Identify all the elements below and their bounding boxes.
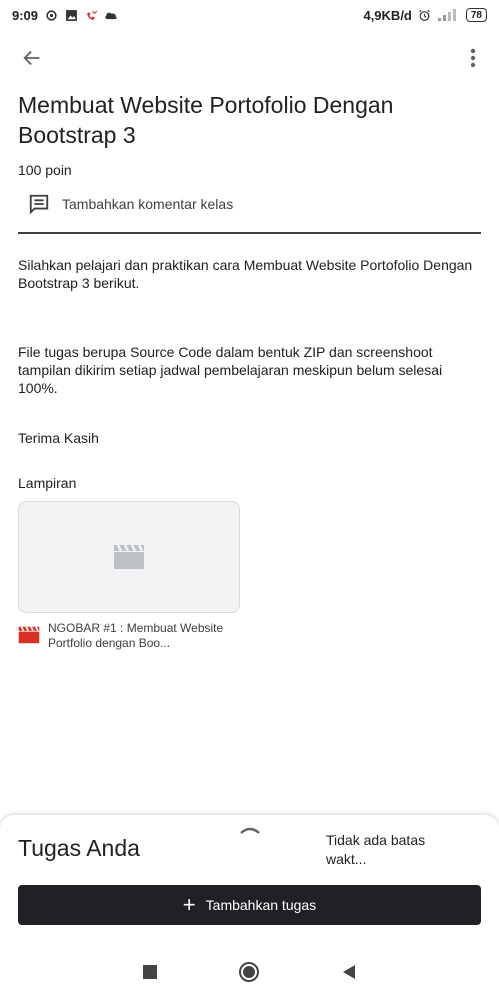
attachments-heading: Lampiran (18, 475, 77, 491)
status-bar: 9:09 4,9KB/d 78 (0, 0, 499, 30)
description-paragraph: Terima Kasih (18, 430, 99, 446)
plus-icon: + (182, 892, 196, 917)
attachment-item[interactable]: NGOBAR #1 : Membuat Website Portfolio de… (18, 621, 248, 651)
arrow-back-icon (23, 50, 40, 66)
assignment-title: Membuat Website Portofolio Dengan Bootst… (18, 92, 394, 148)
chevron-up-icon[interactable] (238, 823, 262, 837)
recents-button[interactable] (136, 958, 164, 986)
add-class-comment-label: Tambahkan komentar kelas (62, 196, 234, 212)
app-bar (0, 38, 499, 78)
description-paragraph: Silahkan pelajari dan praktikan cara Mem… (18, 257, 473, 291)
more-options-button[interactable] (463, 44, 483, 72)
comment-icon (29, 194, 49, 215)
attachment-name: NGOBAR #1 : Membuat Website Portfolio de… (48, 621, 224, 650)
video-icon (114, 544, 144, 569)
alarm-icon (418, 8, 432, 22)
back-nav-button[interactable] (335, 958, 363, 986)
battery-icon: 78 (465, 8, 487, 22)
add-work-button[interactable]: + Tambahkan tugas (18, 885, 481, 925)
your-work-heading: Tugas Anda (18, 835, 140, 861)
status-time: 9:09 (12, 7, 39, 23)
attachment-thumbnail[interactable] (18, 501, 240, 613)
your-work-sheet: Tugas Anda Tidak ada batas wakt... + Tam… (0, 815, 499, 945)
missed-call-icon (84, 8, 98, 22)
system-nav-bar (0, 945, 499, 999)
status-left: 9:09 (12, 8, 118, 23)
triangle-back-icon (343, 965, 356, 979)
add-work-label: Tambahkan tugas (205, 897, 317, 913)
video-icon (18, 626, 40, 644)
status-right: 4,9KB/d 78 (363, 8, 487, 23)
signal-icon (437, 8, 460, 22)
square-icon (142, 965, 157, 979)
more-vert-icon (470, 48, 476, 68)
divider (18, 232, 481, 234)
home-button[interactable] (235, 958, 263, 986)
description-paragraph: File tugas berupa Source Code dalam bent… (18, 344, 443, 396)
home-circle-icon (239, 962, 260, 982)
cloud-icon (104, 8, 118, 22)
assignment-points: 100 poin (18, 162, 72, 178)
due-date: Tidak ada batas wakt... (326, 832, 426, 867)
add-class-comment-button[interactable]: Tambahkan komentar kelas (28, 193, 233, 215)
network-speed: 4,9KB/d (363, 7, 412, 23)
back-button[interactable] (18, 44, 46, 72)
gallery-icon (64, 8, 78, 22)
sync-icon (44, 8, 58, 22)
